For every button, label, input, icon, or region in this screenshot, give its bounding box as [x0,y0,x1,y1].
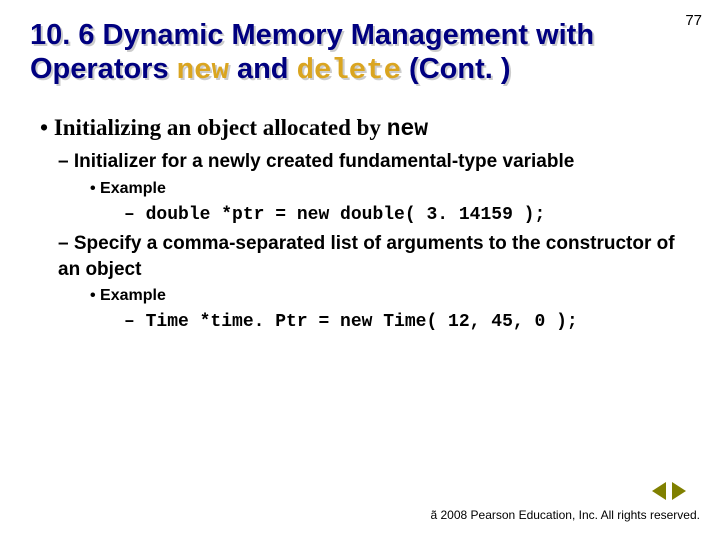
slide-title: 10. 6 Dynamic Memory Management with Ope… [30,18,620,88]
bullet-level-3: • Example [90,178,690,200]
keyword-new-inline: new [387,116,428,142]
bullet-text: Initializing an object allocated by [54,115,387,140]
code: double *ptr = new double( 3. 14159 ); [146,205,546,225]
bullet-level-2: – Specify a comma-separated list of argu… [58,231,690,282]
code-line-2: – Time *time. Ptr = new Time( 12, 45, 0 … [124,310,690,334]
dash: – [124,312,146,332]
keyword-new: new [177,54,229,87]
bullet-dot: • [40,115,54,140]
nav-buttons [652,482,686,500]
bullet-level-3: • Example [90,285,690,307]
title-text-mid: and [229,53,297,85]
bullet-level-1: • Initializing an object allocated by ne… [40,112,690,145]
page-number: 77 [685,12,702,29]
prev-icon[interactable] [652,482,666,500]
slide: 77 10. 6 Dynamic Memory Management with … [0,0,720,540]
bullet-level-2: – Initializer for a newly created fundam… [58,149,690,175]
dash: – [124,205,146,225]
footer-text: 2008 Pearson Education, Inc. All rights … [437,508,700,522]
code-line-1: – double *ptr = new double( 3. 14159 ); [124,203,690,227]
next-icon[interactable] [672,482,686,500]
title-text-suffix: (Cont. ) [401,53,511,85]
code: Time *time. Ptr = new Time( 12, 45, 0 ); [146,312,578,332]
footer: ã 2008 Pearson Education, Inc. All right… [430,508,700,522]
keyword-delete: delete [297,54,401,87]
body: • Initializing an object allocated by ne… [30,112,690,334]
